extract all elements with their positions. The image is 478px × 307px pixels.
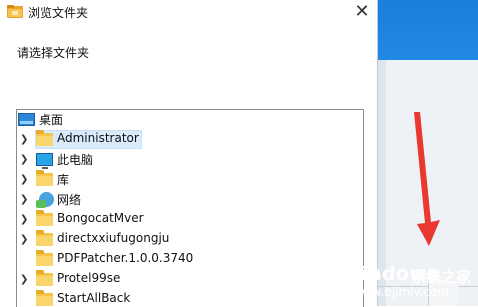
windows-logo-icon (294, 259, 329, 297)
tree-item-library[interactable]: ❯ 库 (17, 170, 363, 189)
tree-item-label: directxxiufugongju (57, 231, 170, 245)
tree-item-label: Protel99se (57, 271, 121, 285)
chevron-right-icon[interactable]: ❯ (20, 210, 28, 229)
chevron-right-icon[interactable]: ❯ (20, 270, 28, 289)
tree-item-label: PDFPatcher.1.0.0.3740 (57, 251, 194, 265)
tree-item-label: 网络 (57, 193, 82, 207)
dialog-title: 浏览文件夹 (28, 6, 89, 20)
chevron-right-icon[interactable]: ❯ (20, 130, 28, 149)
tree-item-folder[interactable]: ❯ BongocatMver (17, 210, 363, 229)
watermark-url: www.bjjmlv.com (352, 285, 450, 299)
tree-item-label: 库 (57, 173, 70, 187)
folder-icon (36, 270, 53, 286)
folder-icon (36, 230, 53, 246)
tree-item-administrator[interactable]: ❯ Administrator (17, 130, 363, 149)
instruction-text: 请选择文件夹 (17, 46, 90, 60)
title-bar: 浏览文件夹 ✕ (0, 0, 377, 26)
tree-item-label: Administrator (57, 131, 139, 145)
folder-icon (36, 210, 53, 226)
desktop-icon (18, 113, 35, 126)
chevron-right-icon[interactable]: ❯ (20, 190, 28, 209)
tree-item-folder[interactable]: ❯ directxxiufugongju (17, 230, 363, 249)
tree-item-network[interactable]: ❯ 网络 (17, 190, 363, 209)
chevron-right-icon[interactable]: ❯ (20, 150, 28, 169)
tree-item-label: 此电脑 (57, 153, 94, 167)
network-icon (36, 192, 54, 208)
folder-icon (36, 290, 53, 306)
user-folder-icon (36, 130, 53, 146)
computer-icon (36, 153, 53, 169)
folder-icon (36, 250, 53, 266)
tree-item-label: StartAllBack (57, 291, 131, 305)
folder-title-icon (7, 5, 23, 18)
chevron-right-icon[interactable]: ❯ (20, 230, 28, 249)
tree-item-this-pc[interactable]: ❯ 此电脑 (17, 150, 363, 169)
tree-item-label: 桌面 (39, 113, 64, 127)
watermark-subtitle: 系统之家 (411, 268, 472, 286)
chevron-right-icon[interactable]: ❯ (20, 170, 28, 189)
library-folder-icon (36, 170, 53, 186)
tree-item-desktop[interactable]: 桌面 (17, 110, 363, 129)
red-arrow-annotation (414, 112, 440, 246)
tree-item-label: BongocatMver (57, 211, 144, 225)
close-icon[interactable]: ✕ (352, 1, 372, 23)
